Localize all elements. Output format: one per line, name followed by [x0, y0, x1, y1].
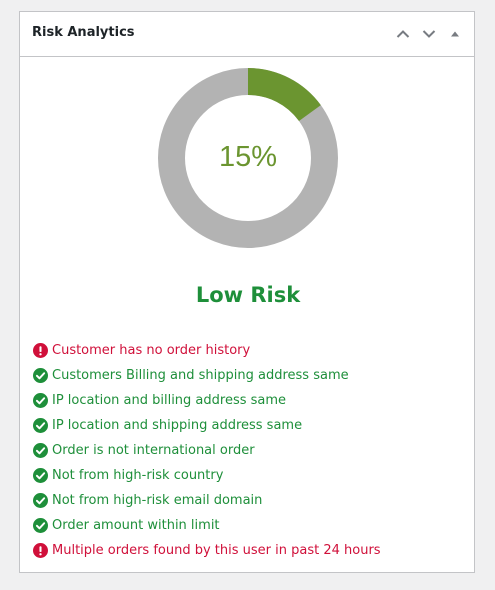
- risk-donut-chart: 15%: [157, 67, 339, 249]
- chevron-up-icon: [396, 30, 410, 38]
- risk-check-item: Not from high-risk country: [33, 463, 381, 488]
- widget-title: Risk Analytics: [32, 25, 135, 40]
- check-circle-icon: [33, 468, 48, 483]
- risk-check-text: IP location and billing address same: [52, 393, 287, 408]
- risk-check-item: IP location and billing address same: [33, 388, 381, 413]
- toggle-panel-button[interactable]: [442, 24, 468, 44]
- move-up-button[interactable]: [390, 24, 416, 44]
- risk-check-text: IP location and shipping address same: [52, 418, 303, 433]
- check-circle-icon: [33, 493, 48, 508]
- risk-check-text: Order amount within limit: [52, 518, 220, 533]
- risk-level-label: Low Risk: [195, 283, 301, 307]
- widget-content: 15% Low Risk Customer has no order histo…: [20, 57, 474, 573]
- risk-check-item: Not from high-risk email domain: [33, 488, 381, 513]
- risk-check-text: Order is not international order: [52, 443, 255, 458]
- risk-check-item: Customers Billing and shipping address s…: [33, 363, 381, 388]
- caret-up-icon: [451, 31, 459, 37]
- widget-handle-actions: [390, 24, 468, 44]
- risk-checks-list: Customer has no order history Customers B…: [33, 338, 381, 563]
- check-circle-icon: [33, 418, 48, 433]
- check-circle-icon: [33, 393, 48, 408]
- exclamation-circle-icon: [33, 343, 48, 358]
- risk-check-item: Order amount within limit: [33, 513, 381, 538]
- risk-score-value: 15%: [218, 140, 278, 173]
- risk-check-text: Customers Billing and shipping address s…: [52, 368, 349, 383]
- risk-analytics-widget: Risk Analytics 15% Low Risk Customer has…: [19, 11, 475, 573]
- check-circle-icon: [33, 518, 48, 533]
- risk-check-item: Customer has no order history: [33, 338, 381, 363]
- check-circle-icon: [33, 368, 48, 383]
- risk-check-item: Order is not international order: [33, 438, 381, 463]
- check-circle-icon: [33, 443, 48, 458]
- risk-check-text: Multiple orders found by this user in pa…: [52, 543, 381, 558]
- move-down-button[interactable]: [416, 24, 442, 44]
- exclamation-circle-icon: [33, 543, 48, 558]
- risk-check-text: Not from high-risk country: [52, 468, 224, 483]
- risk-check-text: Customer has no order history: [52, 343, 251, 358]
- widget-header: Risk Analytics: [20, 12, 474, 57]
- risk-check-item: IP location and shipping address same: [33, 413, 381, 438]
- chevron-down-icon: [422, 30, 436, 38]
- risk-check-item: Multiple orders found by this user in pa…: [33, 538, 381, 563]
- risk-check-text: Not from high-risk email domain: [52, 493, 263, 508]
